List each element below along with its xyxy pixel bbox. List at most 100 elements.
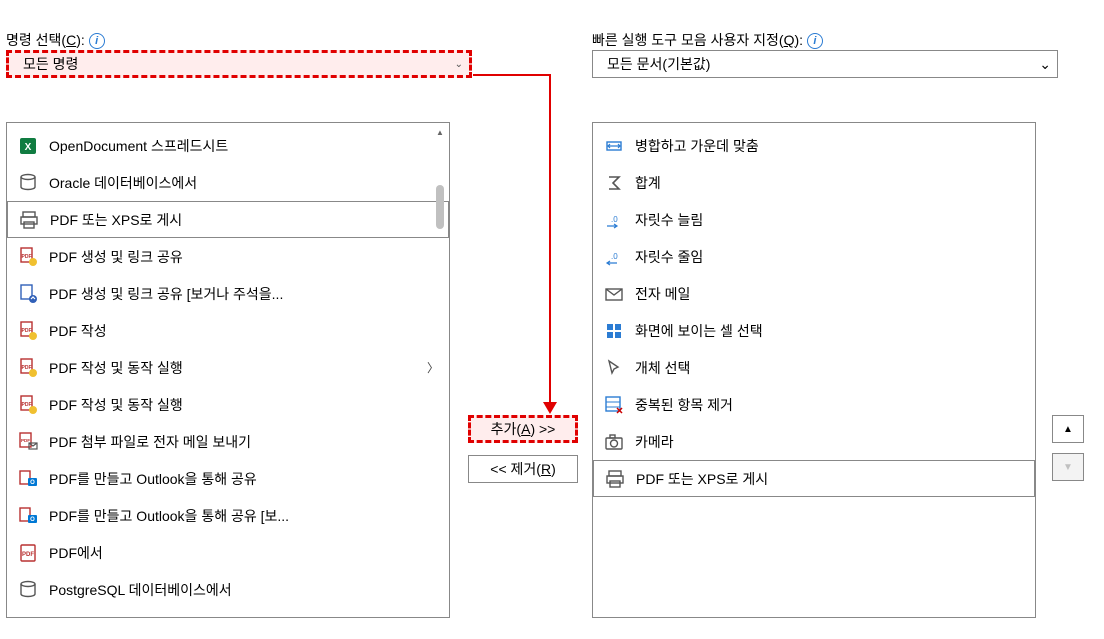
dedup-icon xyxy=(603,394,625,416)
pdf-outlook-icon: O xyxy=(17,468,39,490)
scrollbar[interactable]: ▲ xyxy=(433,125,447,615)
camera-icon xyxy=(603,431,625,453)
annotation-arrow xyxy=(549,74,551,404)
label-accel: C xyxy=(66,32,76,48)
list-item-label: PDF 첨부 파일로 전자 메일 보내기 xyxy=(49,432,439,452)
svg-text:.0: .0 xyxy=(611,215,618,224)
svg-text:PDF: PDF xyxy=(22,365,32,371)
list-item-label: Oracle 데이터베이스에서 xyxy=(49,173,439,193)
info-icon[interactable]: i xyxy=(807,33,823,49)
list-item[interactable]: PDF PDF 작성 xyxy=(7,312,449,349)
list-item[interactable]: 화면에 보이는 셀 선택 xyxy=(593,312,1035,349)
pdf-create-icon: PDF xyxy=(17,320,39,342)
list-item[interactable]: 합계 xyxy=(593,164,1035,201)
label-text: 빠른 실행 도구 모음 사용자 지정( xyxy=(592,32,784,48)
chevron-down-icon: ⌄ xyxy=(455,59,463,70)
list-item-label: 전자 메일 xyxy=(635,284,1025,304)
info-icon[interactable]: i xyxy=(89,33,105,49)
dropdown-value: 모든 문서(기본값) xyxy=(607,54,710,74)
quick-access-label: 빠른 실행 도구 모음 사용자 지정(Q): i xyxy=(592,30,1062,50)
list-item[interactable]: O PDF를 만들고 Outlook을 통해 공유 [보... xyxy=(7,497,449,534)
list-item[interactable]: 중복된 항목 제거 xyxy=(593,386,1035,423)
list-item[interactable]: PDFPDF 생성 및 링크 공유 xyxy=(7,238,449,275)
list-item[interactable]: Power BI에서 [Power BI의 피벗 테이블] xyxy=(7,608,449,618)
list-item-label: 카메라 xyxy=(635,432,1025,452)
db-icon xyxy=(17,172,39,194)
arrow-down-icon: ▼ xyxy=(1063,462,1073,473)
svg-text:PDF: PDF xyxy=(22,402,32,408)
list-item[interactable]: 카메라 xyxy=(593,423,1035,460)
customize-for-dropdown[interactable]: 모든 문서(기본값) ⌄ xyxy=(592,50,1058,78)
label-text: 명령 선택( xyxy=(6,32,66,48)
list-item-label: PDF 작성 xyxy=(49,321,439,341)
svg-text:O: O xyxy=(30,480,35,486)
annotation-arrowhead xyxy=(543,402,557,414)
list-item-label: 자릿수 줄임 xyxy=(635,247,1025,267)
pdf-create-icon: PDF xyxy=(17,357,39,379)
chevron-down-icon: ⌄ xyxy=(1039,56,1051,73)
list-item[interactable]: PostgreSQL 데이터베이스에서 xyxy=(7,571,449,608)
db-icon xyxy=(17,579,39,601)
decimal-dec-icon: .0 xyxy=(603,246,625,268)
list-item-label: OpenDocument 스프레드시트 xyxy=(49,136,439,156)
list-item[interactable]: .0 자릿수 늘림 xyxy=(593,201,1035,238)
list-item-label: PDF 생성 및 링크 공유 [보거나 주석을... xyxy=(49,284,439,304)
list-item[interactable]: PDF 또는 XPS로 게시 xyxy=(593,460,1035,497)
command-list[interactable]: X OpenDocument 스프레드시트 Oracle 데이터베이스에서 PDF 또… xyxy=(6,122,450,618)
add-button[interactable]: 추가(A) >> xyxy=(468,415,578,443)
list-item[interactable]: PDFPDF 작성 및 동작 실행 xyxy=(7,386,449,423)
list-item-label: PDF 또는 XPS로 게시 xyxy=(636,469,1024,489)
svg-text:PDF: PDF xyxy=(21,438,30,443)
list-item[interactable]: X OpenDocument 스프레드시트 xyxy=(7,127,449,164)
btn-text-prefix: 추가( xyxy=(491,419,521,439)
list-item[interactable]: PDF 또는 XPS로 게시 xyxy=(7,201,449,238)
command-select-dropdown[interactable]: 모든 명령 ⌄ xyxy=(6,50,472,78)
list-item[interactable]: O PDF를 만들고 Outlook을 통해 공유 xyxy=(7,460,449,497)
btn-text-prefix: << 제거( xyxy=(490,459,541,479)
dropdown-value: 모든 명령 xyxy=(23,54,78,74)
svg-text:PDF: PDF xyxy=(22,552,34,558)
list-item[interactable]: PDF PDF에서 xyxy=(7,534,449,571)
list-item[interactable]: PDF 생성 및 링크 공유 [보거나 주석을... xyxy=(7,275,449,312)
list-item[interactable]: 전자 메일 xyxy=(593,275,1035,312)
list-item[interactable]: PDF PDF 첨부 파일로 전자 메일 보내기 xyxy=(7,423,449,460)
label-suffix: ): xyxy=(794,32,803,48)
scroll-thumb[interactable] xyxy=(436,185,444,229)
label-suffix: ): xyxy=(76,32,85,48)
list-item[interactable]: Oracle 데이터베이스에서 xyxy=(7,164,449,201)
list-item-label: PDF를 만들고 Outlook을 통해 공유 [보... xyxy=(49,506,439,526)
svg-text:.0: .0 xyxy=(611,252,618,261)
list-item-label: Power BI에서 [Power BI의 피벗 테이블] xyxy=(49,617,439,619)
merge-icon xyxy=(603,135,625,157)
list-item-label: 합계 xyxy=(635,173,1025,193)
list-item-label: PDF를 만들고 Outlook을 통해 공유 xyxy=(49,469,439,489)
list-item[interactable]: 병합하고 가운데 맞춤 xyxy=(593,127,1035,164)
list-item[interactable]: 개체 선택 xyxy=(593,349,1035,386)
svg-text:PDF: PDF xyxy=(22,254,32,260)
svg-text:PDF: PDF xyxy=(22,328,32,334)
list-item-label: 중복된 항목 제거 xyxy=(635,395,1025,415)
list-item-label: 자릿수 늘림 xyxy=(635,210,1025,230)
list-item[interactable]: PDFPDF 작성 및 동작 실행〉 xyxy=(7,349,449,386)
remove-button[interactable]: << 제거(R) xyxy=(468,455,578,483)
pdf-outlook-icon: O xyxy=(17,505,39,527)
list-item[interactable]: .0 자릿수 줄임 xyxy=(593,238,1035,275)
command-select-label: 명령 선택(C): i xyxy=(6,30,476,50)
list-item-label: PDF에서 xyxy=(49,543,439,563)
arrow-up-icon: ▲ xyxy=(1063,424,1073,435)
sum-icon xyxy=(603,172,625,194)
btn-text-suffix: ) >> xyxy=(530,421,555,437)
scroll-up-icon[interactable]: ▲ xyxy=(434,125,446,139)
list-item-label: 화면에 보이는 셀 선택 xyxy=(635,321,1025,341)
pdf-create-icon: PDF xyxy=(17,246,39,268)
pdf-attach-icon: PDF xyxy=(17,431,39,453)
quick-access-list[interactable]: 병합하고 가운데 맞춤합계 .0 자릿수 늘림 .0 자릿수 줄임전자 메일화면에 보이… xyxy=(592,122,1036,618)
list-item-label: PDF 또는 XPS로 게시 xyxy=(50,210,438,230)
move-up-button[interactable]: ▲ xyxy=(1052,415,1084,443)
svg-text:X: X xyxy=(25,142,32,153)
pdf-file-icon: PDF xyxy=(17,542,39,564)
btn-accel: A xyxy=(521,421,530,437)
excel-icon: X xyxy=(17,135,39,157)
svg-text:O: O xyxy=(30,517,35,523)
btn-accel: R xyxy=(541,461,551,477)
